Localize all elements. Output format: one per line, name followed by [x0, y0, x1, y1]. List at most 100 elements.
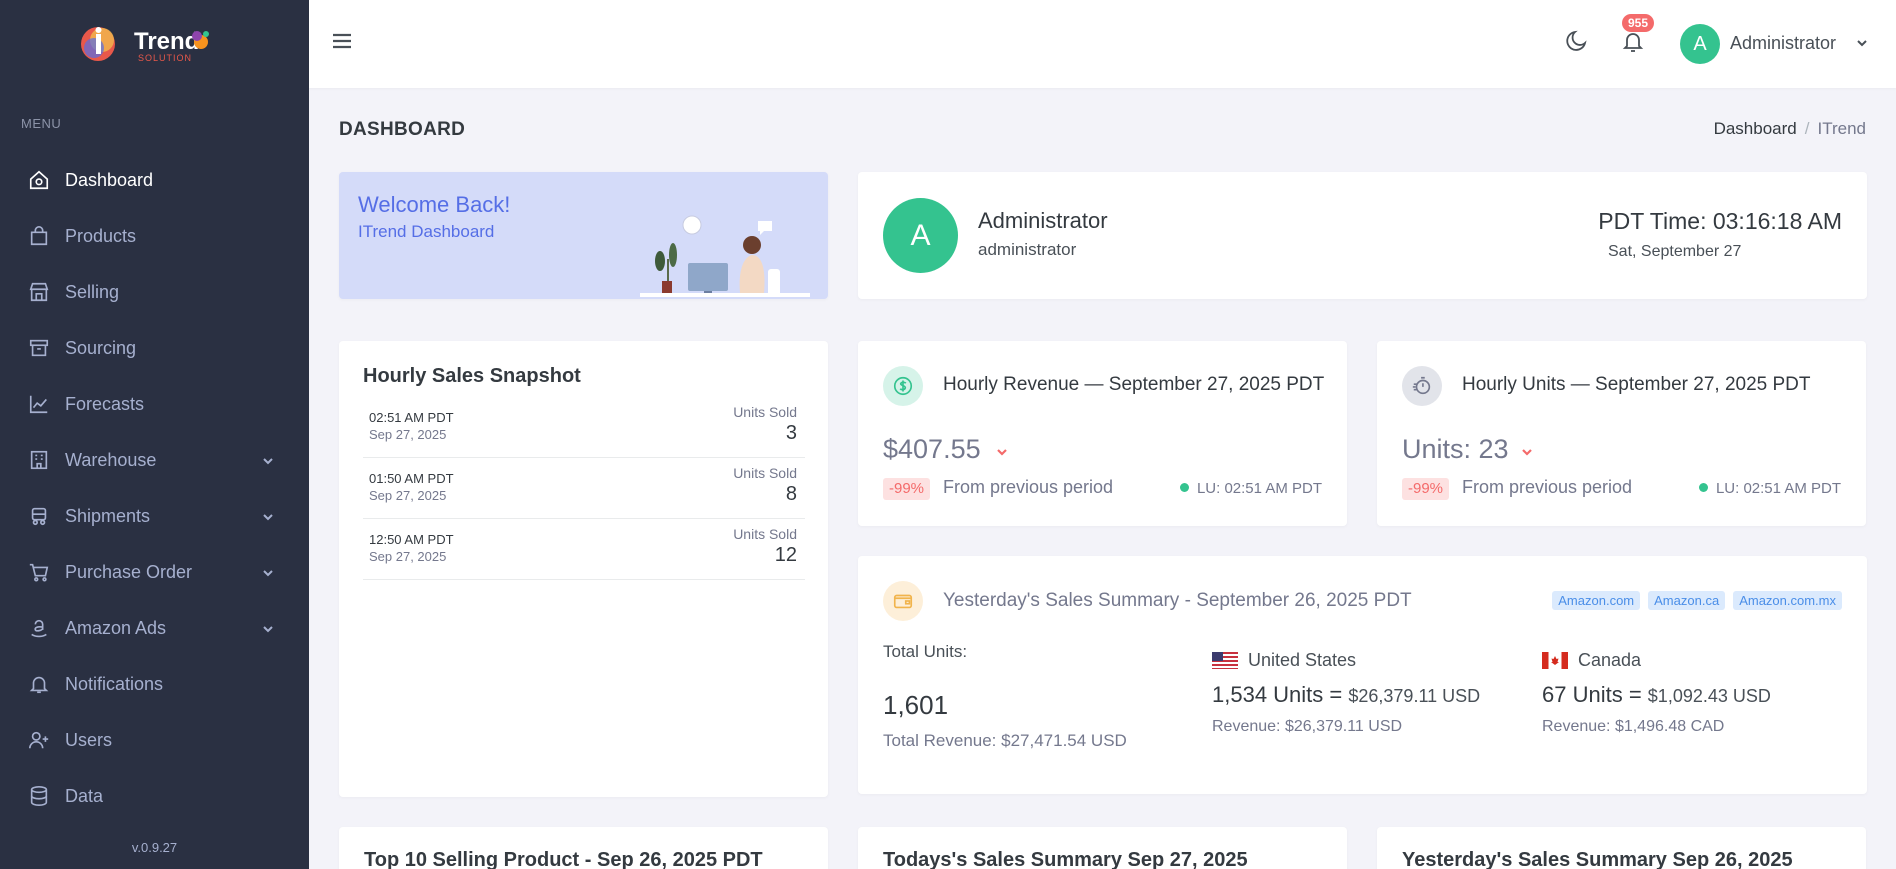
card-title: Hourly Units — September 27, 2025 PDT — [1462, 374, 1811, 395]
sidebar-item-shipments[interactable]: Shipments — [0, 488, 309, 544]
breadcrumb-current: ITrend — [1817, 119, 1866, 138]
profile-avatar: A — [883, 198, 958, 273]
country-name: Canada — [1578, 649, 1642, 670]
sidebar-item-products[interactable]: Products — [0, 208, 309, 264]
hourly-date: Sep 27, 2025 — [369, 488, 447, 503]
marketplace-tag: Amazon.com.mx — [1733, 591, 1842, 610]
sidebar-item-selling[interactable]: Selling — [0, 264, 309, 320]
pdt-date: Sat, September 27 — [1608, 243, 1742, 260]
marketplace-tag: Amazon.ca — [1648, 591, 1726, 610]
page-title: DASHBOARD — [339, 119, 466, 140]
country-units: 67 Units = $1,092.43 USD — [1542, 682, 1771, 708]
yesterday-sales-summary-card: Yesterday's Sales Summary - September 26… — [858, 556, 1867, 794]
sidebar-item-warehouse[interactable]: Warehouse — [0, 432, 309, 488]
us-column: United States 1,534 Units = $26,379.11 U… — [1212, 642, 1480, 736]
card-title: Yesterday's Sales Summary - September 26… — [943, 590, 1412, 611]
revenue-value: $407.55 — [883, 434, 981, 464]
hourly-date: Sep 27, 2025 — [369, 549, 447, 564]
units-count: 1,534 Units = — [1212, 682, 1343, 707]
user-menu-name[interactable]: Administrator — [1730, 33, 1836, 54]
database-icon — [28, 785, 50, 807]
units-value: Units: 23 — [1402, 434, 1509, 464]
list-item: 02:51 AM PDT Sep 27, 2025 Units Sold 3 — [363, 397, 805, 458]
list-item: 12:50 AM PDT Sep 27, 2025 Units Sold 12 — [363, 519, 805, 580]
sidebar-item-purchase-order[interactable]: Purchase Order — [0, 544, 309, 600]
chevron-down-icon — [261, 452, 275, 466]
sidebar-item-forecasts[interactable]: Forecasts — [0, 376, 309, 432]
moon-icon[interactable] — [1564, 28, 1592, 56]
marketplace-tag: Amazon.com — [1552, 591, 1641, 610]
sidebar-item-label: Notifications — [65, 673, 164, 694]
cart-icon — [28, 561, 50, 583]
canada-flag-icon — [1542, 651, 1568, 669]
building-icon — [28, 449, 50, 471]
sidebar-item-amazon-ads[interactable]: Amazon Ads — [0, 600, 309, 656]
dollar-icon — [883, 366, 923, 406]
sidebar-item-label: Dashboard — [65, 169, 154, 190]
country-name: United States — [1248, 649, 1357, 670]
breadcrumb: Dashboard / ITrend — [1714, 119, 1866, 139]
welcome-subtitle: ITrend Dashboard — [358, 222, 495, 241]
menu-title: MENU — [21, 116, 62, 131]
card-title: Hourly Revenue — September 27, 2025 PDT — [943, 374, 1325, 395]
logo-fruit-icon — [192, 31, 209, 49]
sidebar: Trend SOLUTION MENU Dashboard Products S… — [0, 0, 309, 869]
marketplace-tags: Amazon.com Amazon.ca Amazon.com.mx — [1552, 591, 1842, 610]
logo[interactable]: Trend SOLUTION — [76, 20, 226, 66]
bag-icon — [28, 225, 50, 247]
wallet-icon — [883, 581, 923, 621]
hourly-time: 12:50 AM PDT — [369, 532, 454, 547]
chart-line-icon — [28, 393, 50, 415]
hourly-date: Sep 27, 2025 — [369, 427, 447, 442]
sidebar-item-sourcing[interactable]: Sourcing — [0, 320, 309, 376]
logo-subtext: SOLUTION — [138, 53, 193, 63]
amazon-icon — [28, 617, 50, 639]
change-badge: -99% — [1402, 478, 1450, 500]
hourly-time: 02:51 AM PDT — [369, 410, 454, 425]
user-avatar[interactable]: A — [1680, 24, 1720, 64]
sidebar-item-label: Shipments — [65, 505, 151, 526]
total-units-value: 1,601 — [883, 690, 949, 720]
chevron-down-icon — [261, 564, 275, 578]
breadcrumb-item[interactable]: Dashboard — [1714, 119, 1797, 138]
change-caption: From previous period — [1462, 477, 1633, 497]
units-sold-value: 12 — [774, 544, 797, 566]
profile-role: administrator — [978, 240, 1077, 259]
stopwatch-icon — [1402, 366, 1442, 406]
change-caption: From previous period — [943, 477, 1114, 497]
country-units: 1,534 Units = $26,379.11 USD — [1212, 682, 1480, 708]
sidebar-item-label: Products — [65, 225, 137, 246]
bell-icon — [28, 673, 50, 695]
welcome-title: Welcome Back! — [358, 192, 511, 217]
app-version: v.0.9.27 — [131, 840, 178, 855]
country-revenue: Revenue: $26,379.11 USD — [1212, 718, 1403, 735]
sidebar-item-data[interactable]: Data — [0, 768, 309, 824]
sidebar-item-dashboard[interactable]: Dashboard — [0, 152, 309, 208]
notifications-bell-icon[interactable] — [1620, 28, 1648, 56]
country-row: Canada — [1542, 648, 1771, 672]
hourly-units-card: Hourly Units — September 27, 2025 PDT Un… — [1377, 341, 1866, 526]
sidebar-item-users[interactable]: Users — [0, 712, 309, 768]
sidebar-item-label: Amazon Ads — [65, 617, 167, 638]
total-column: Total Units: 1,601 Total Revenue: $27,47… — [883, 642, 1127, 751]
ca-column: Canada 67 Units = $1,092.43 USD Revenue:… — [1542, 642, 1771, 736]
chevron-down-icon[interactable] — [1856, 36, 1868, 48]
card-title: Todays's Sales Summary Sep 27, 2025 — [883, 849, 1248, 869]
units-sold-value: 3 — [785, 422, 797, 444]
units-sold-value: 8 — [785, 483, 797, 505]
country-revenue: Revenue: $1,496.48 CAD — [1542, 718, 1725, 735]
notification-count-badge: 955 — [1622, 14, 1655, 32]
breadcrumb-separator: / — [1804, 119, 1810, 138]
card-title: Hourly Sales Snapshot — [363, 365, 581, 387]
yesterday-sales-summary-card-2: Yesterday's Sales Summary Sep 26, 2025 — [1377, 827, 1866, 869]
sidebar-item-label: Sourcing — [65, 337, 137, 358]
us-flag-icon — [1212, 651, 1238, 669]
truck-icon — [28, 505, 50, 527]
sidebar-item-notifications[interactable]: Notifications — [0, 656, 309, 712]
today-sales-summary-card: Todays's Sales Summary Sep 27, 2025 — [858, 827, 1347, 869]
logo-mark-icon — [81, 27, 115, 61]
logo-text: Trend — [134, 28, 200, 55]
units-usd: $26,379.11 USD — [1348, 686, 1481, 706]
menu-toggle-icon[interactable] — [331, 30, 353, 52]
store-icon — [28, 281, 50, 303]
